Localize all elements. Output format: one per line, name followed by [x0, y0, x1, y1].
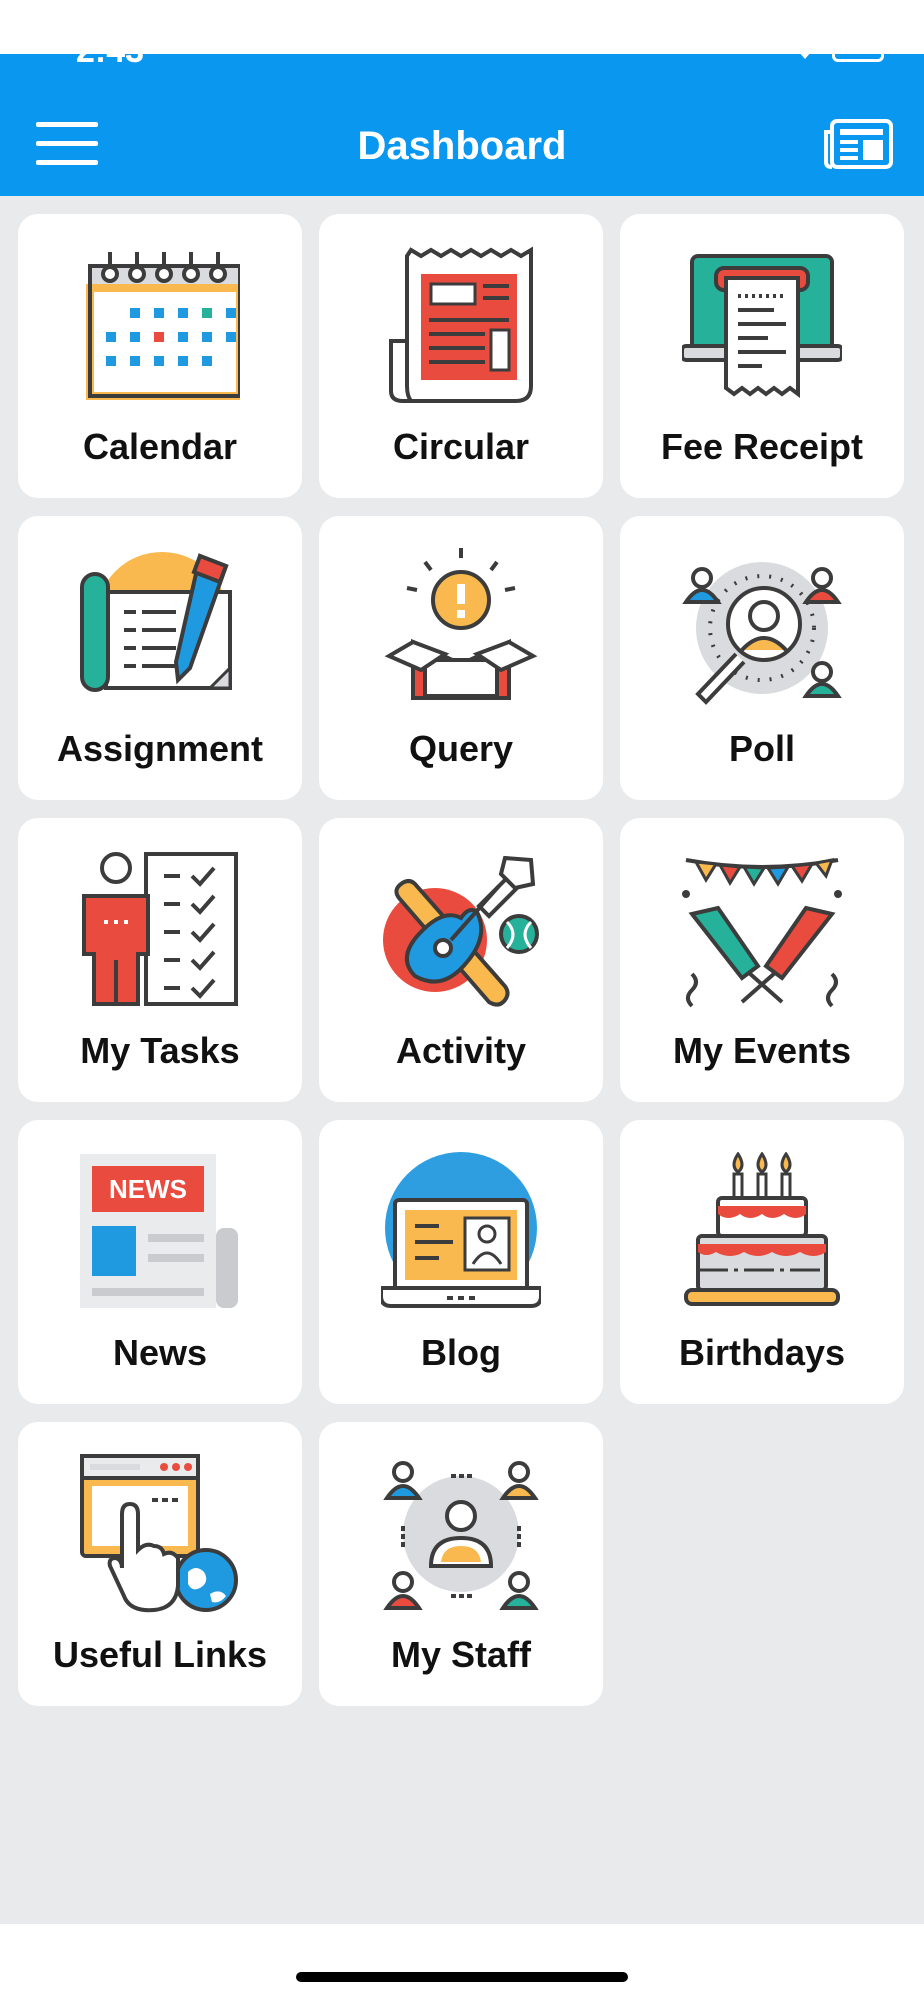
- tile-label: Useful Links: [52, 1634, 268, 1675]
- my-tasks-icon: [82, 852, 238, 1006]
- my-staff-icon: [383, 1461, 539, 1610]
- tile-my-events[interactable]: My Events: [620, 818, 904, 1102]
- wifi-icon: [800, 54, 810, 59]
- tile-label: Poll: [728, 728, 795, 769]
- birthdays-icon: [684, 1152, 840, 1306]
- poll-icon: [682, 562, 842, 705]
- tile-label: Assignment: [56, 728, 264, 769]
- tile-blog[interactable]: Blog: [319, 1120, 603, 1404]
- newspaper-button[interactable]: [822, 118, 894, 177]
- tile-birthdays[interactable]: Birthdays: [620, 1120, 904, 1404]
- tile-poll[interactable]: Poll: [620, 516, 904, 800]
- tile-calendar[interactable]: Calendar: [18, 214, 302, 498]
- tile-activity[interactable]: Activity: [319, 818, 603, 1102]
- tile-query[interactable]: Query: [319, 516, 603, 800]
- tile-fee-receipt[interactable]: Fee Receipt: [620, 214, 904, 498]
- dashboard-grid: Calendar Circular Fee Receipt Assignment…: [18, 214, 904, 1706]
- news-icon: NEWS: [80, 1154, 238, 1308]
- tile-my-tasks[interactable]: My Tasks: [18, 818, 302, 1102]
- tile-label: Activity: [395, 1030, 527, 1071]
- tile-label: My Tasks: [80, 1030, 240, 1071]
- query-icon: [384, 548, 538, 700]
- tile-label: News: [112, 1332, 208, 1373]
- tile-label: Birthdays: [678, 1332, 846, 1373]
- status-icons: [742, 54, 884, 62]
- newspaper-icon: [824, 119, 893, 169]
- tile-assignment[interactable]: Assignment: [18, 516, 302, 800]
- tile-label: Query: [408, 728, 514, 769]
- fee-receipt-icon: [682, 254, 842, 398]
- tile-circular[interactable]: Circular: [319, 214, 603, 498]
- battery-icon: [832, 54, 884, 62]
- tile-useful-links[interactable]: Useful Links: [18, 1422, 302, 1706]
- tile-label: Blog: [421, 1332, 501, 1373]
- circular-icon: [389, 246, 533, 403]
- tile-my-staff[interactable]: My Staff: [319, 1422, 603, 1706]
- news-badge: NEWS: [109, 1174, 187, 1204]
- tile-label: My Events: [672, 1030, 852, 1071]
- calendar-icon: [80, 252, 240, 406]
- tile-label: Calendar: [82, 426, 238, 467]
- dashboard-area: Calendar Circular Fee Receipt Assignment…: [0, 196, 924, 1924]
- assignment-icon: [80, 552, 232, 692]
- home-indicator[interactable]: [296, 1972, 628, 1982]
- page-title: Dashboard: [357, 124, 567, 168]
- home-bar-area: [0, 1924, 924, 2000]
- tile-news[interactable]: NEWS News: [18, 1120, 302, 1404]
- tile-label: Fee Receipt: [660, 426, 864, 467]
- app-header: 2:43 Dashboard: [0, 54, 924, 196]
- tile-label: My Staff: [390, 1634, 531, 1675]
- useful-links-icon: [80, 1454, 238, 1613]
- my-events-icon: [682, 858, 842, 1008]
- blog-icon: [381, 1152, 541, 1308]
- tile-label: Circular: [392, 426, 530, 467]
- status-time: 2:43: [76, 54, 144, 71]
- activity-icon: [383, 855, 539, 1007]
- top-blank-area: [0, 0, 924, 54]
